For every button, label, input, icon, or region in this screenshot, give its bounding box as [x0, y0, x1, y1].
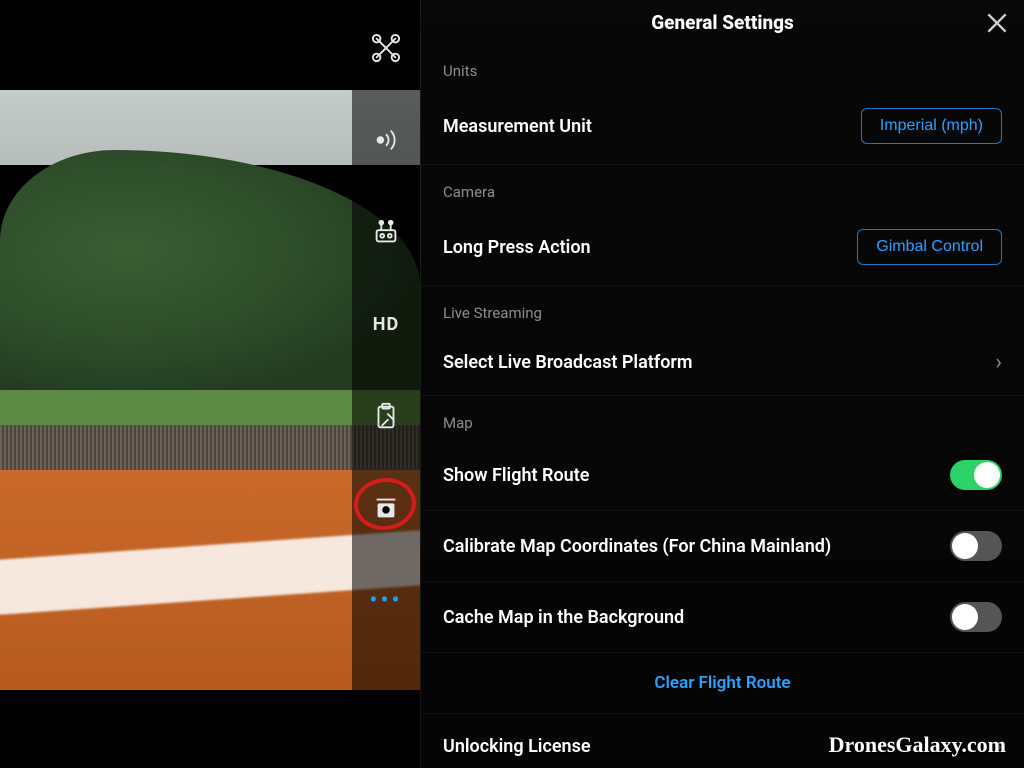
toggle-knob: [974, 462, 1000, 488]
drone-icon[interactable]: [368, 30, 404, 66]
measurement-unit-value[interactable]: Imperial (mph): [861, 108, 1002, 144]
settings-icon-rail: HD •••: [352, 0, 420, 768]
clear-flight-route-link[interactable]: Clear Flight Route: [654, 673, 790, 693]
section-camera: Camera: [421, 165, 1024, 209]
select-broadcast-label: Select Live Broadcast Platform: [443, 352, 693, 373]
long-press-label: Long Press Action: [443, 237, 591, 258]
general-settings-icon[interactable]: [368, 490, 404, 526]
more-icon[interactable]: •••: [368, 582, 404, 618]
panel-header: General Settings: [421, 0, 1024, 44]
watermark: DronesGalaxy.com: [829, 732, 1006, 758]
row-clear-flight-route: Clear Flight Route: [421, 653, 1024, 714]
general-settings-panel: General Settings Units Measurement Unit …: [420, 0, 1024, 768]
row-cache-map: Cache Map in the Background: [421, 582, 1024, 653]
section-map: Map: [421, 396, 1024, 440]
clipboard-icon[interactable]: [368, 398, 404, 434]
row-show-flight-route: Show Flight Route: [421, 440, 1024, 511]
calibrate-coordinates-toggle[interactable]: [950, 531, 1002, 561]
long-press-value[interactable]: Gimbal Control: [857, 229, 1002, 265]
calibrate-coordinates-label: Calibrate Map Coordinates (For China Mai…: [443, 536, 831, 557]
signal-icon[interactable]: [368, 122, 404, 158]
toggle-knob: [952, 533, 978, 559]
close-icon: [984, 10, 1010, 36]
cache-map-label: Cache Map in the Background: [443, 607, 684, 628]
measurement-unit-label: Measurement Unit: [443, 116, 592, 137]
close-button[interactable]: [984, 10, 1010, 36]
row-measurement-unit[interactable]: Measurement Unit Imperial (mph): [421, 88, 1024, 165]
cache-map-toggle[interactable]: [950, 602, 1002, 632]
row-long-press[interactable]: Long Press Action Gimbal Control: [421, 209, 1024, 286]
rc-icon[interactable]: [368, 214, 404, 250]
chevron-right-icon: ›: [995, 350, 1002, 375]
row-calibrate-coordinates: Calibrate Map Coordinates (For China Mai…: [421, 511, 1024, 582]
section-live-streaming: Live Streaming: [421, 286, 1024, 330]
show-flight-route-toggle[interactable]: [950, 460, 1002, 490]
unlocking-license-label: Unlocking License: [443, 736, 591, 757]
settings-scroll[interactable]: Units Measurement Unit Imperial (mph) Ca…: [421, 44, 1024, 768]
hd-icon[interactable]: HD: [368, 306, 404, 342]
show-flight-route-label: Show Flight Route: [443, 465, 589, 486]
toggle-knob: [952, 604, 978, 630]
row-select-broadcast[interactable]: Select Live Broadcast Platform ›: [421, 330, 1024, 396]
panel-title: General Settings: [651, 11, 794, 34]
section-units: Units: [421, 44, 1024, 88]
